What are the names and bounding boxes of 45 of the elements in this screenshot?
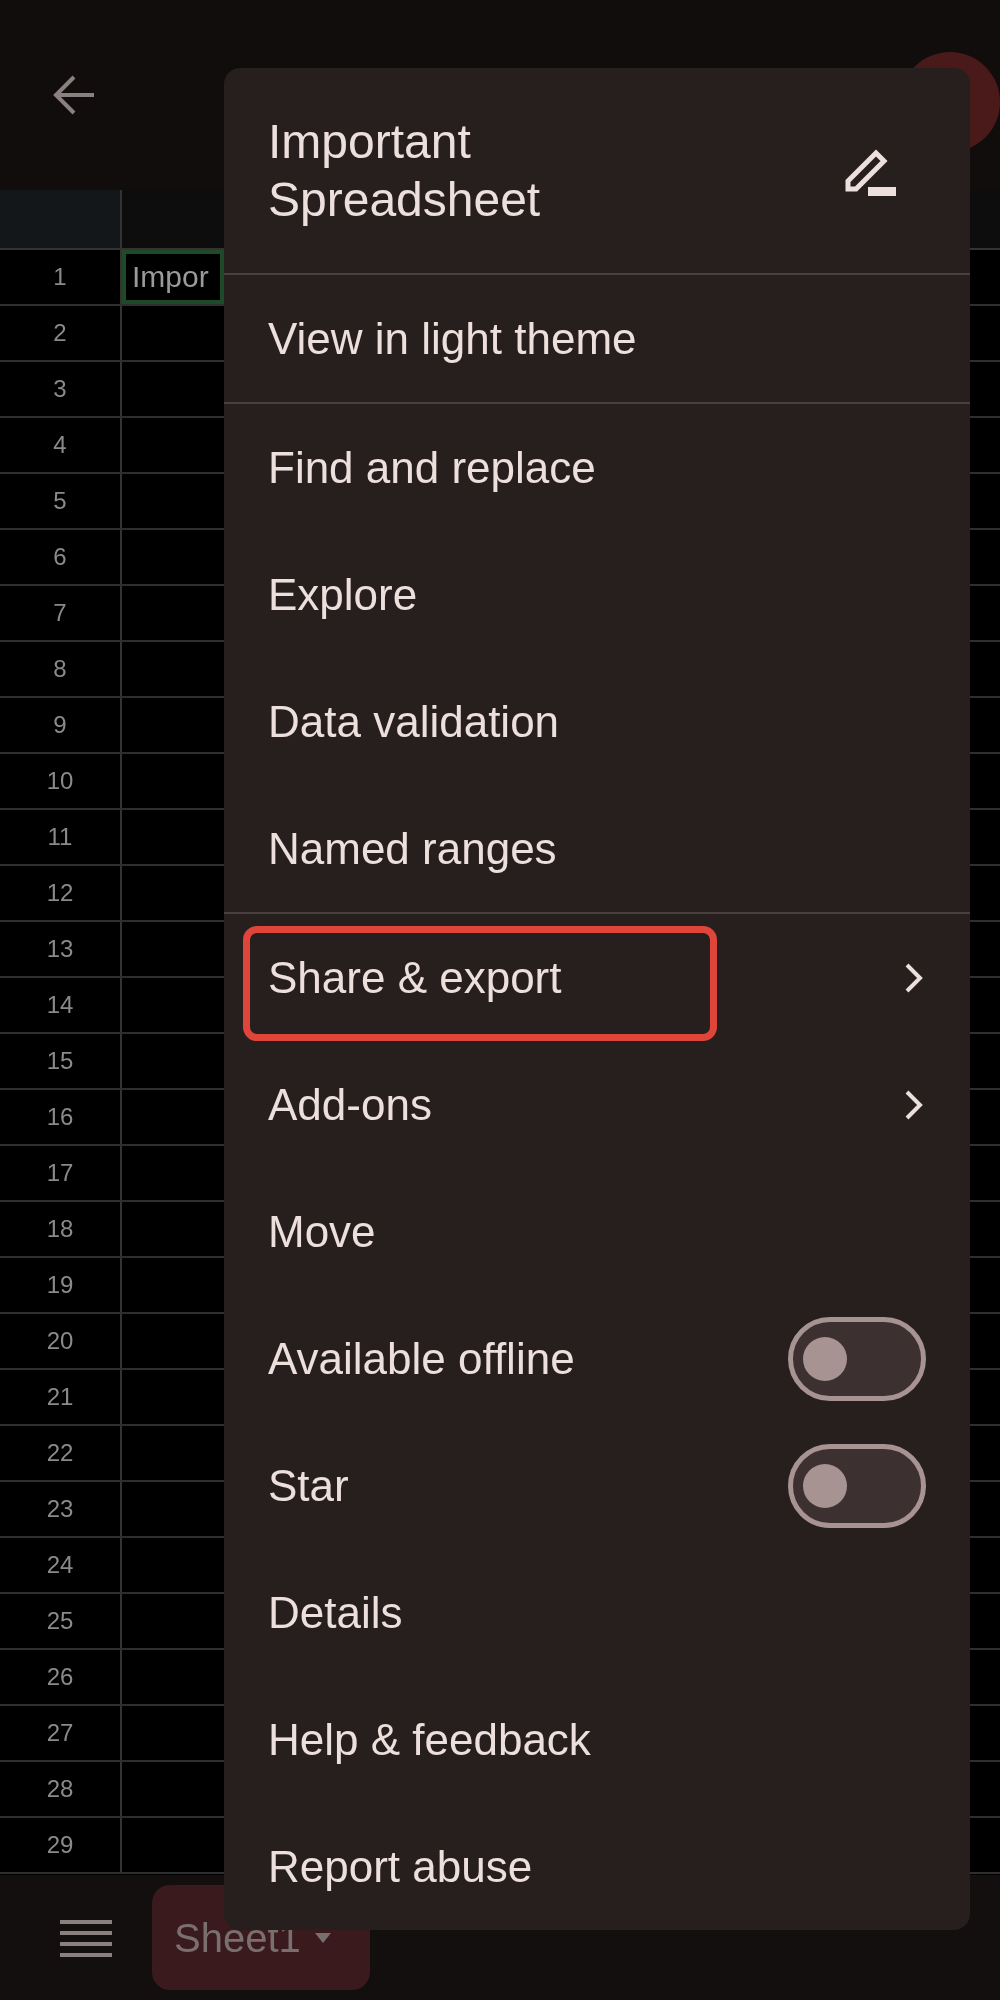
row-number: 12	[46, 878, 74, 908]
row-number: 7	[53, 598, 67, 628]
row-number: 14	[46, 990, 74, 1020]
row-number: 5	[53, 486, 67, 516]
row-number: 15	[46, 1046, 74, 1076]
menu-item[interactable]: Find and replace	[268, 445, 596, 490]
row-number: 4	[53, 430, 67, 460]
selected-cell[interactable]: Impor	[122, 250, 224, 304]
row-number: 18	[46, 1214, 74, 1244]
row-number: 26	[46, 1662, 74, 1692]
row-number: 24	[46, 1550, 74, 1580]
menu-item[interactable]: Add-ons	[268, 1082, 432, 1127]
row-number: 17	[46, 1158, 74, 1188]
row-number: 11	[47, 822, 73, 852]
row-number: 2	[53, 318, 67, 348]
row-number: 23	[46, 1494, 74, 1524]
row-number: 29	[46, 1830, 74, 1860]
caret-icon	[314, 1932, 331, 1943]
menu-item[interactable]: View in light theme	[268, 316, 637, 361]
row-number: 6	[53, 542, 67, 572]
row-number: 8	[53, 654, 67, 684]
menu-item[interactable]: Move	[268, 1209, 376, 1254]
menu-item[interactable]: Star	[268, 1463, 349, 1508]
row-number: 21	[46, 1382, 74, 1412]
row-number: 20	[46, 1326, 74, 1356]
row-number: 13	[46, 934, 74, 964]
menu-item[interactable]: Named ranges	[268, 826, 557, 871]
menu-item[interactable]: Details	[268, 1590, 403, 1635]
menu-item[interactable]: Share & export	[268, 955, 562, 1000]
row-number: 10	[46, 766, 74, 796]
menu-item[interactable]: Available offline	[268, 1336, 575, 1381]
row-number: 22	[46, 1438, 74, 1468]
row-number: 25	[46, 1606, 74, 1636]
row-number: 27	[46, 1718, 74, 1748]
row-number: 9	[53, 710, 67, 740]
menu-item[interactable]: Explore	[268, 572, 418, 617]
row-number: 19	[46, 1270, 74, 1300]
row-number: 28	[46, 1774, 74, 1804]
row-number: 3	[53, 374, 67, 404]
row-number: 16	[46, 1102, 74, 1132]
menu-item[interactable]: Help & feedback	[268, 1717, 591, 1762]
row-number: 1	[53, 262, 67, 292]
menu-title: Important Spreadsheet	[268, 113, 542, 228]
menu-icon[interactable]	[60, 1917, 112, 1958]
menu-item[interactable]: Data validation	[268, 699, 560, 744]
